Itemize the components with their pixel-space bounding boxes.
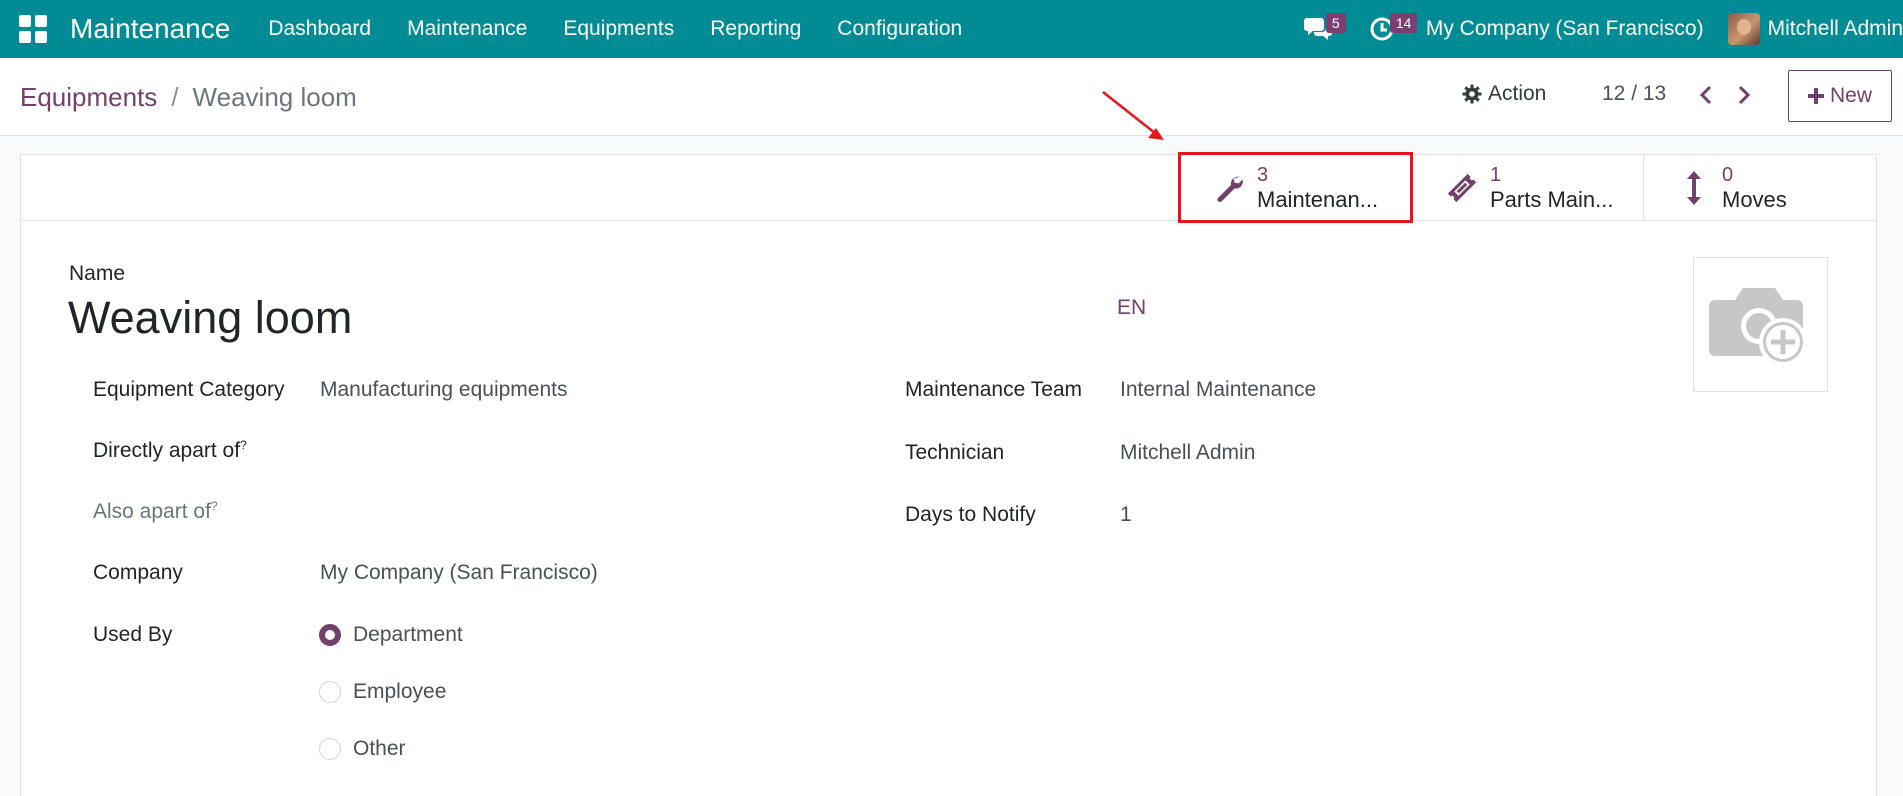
new-button[interactable]: New <box>1788 70 1892 122</box>
new-label: New <box>1829 84 1872 107</box>
parts-label: Parts Main... <box>1490 187 1614 212</box>
pager-next-button[interactable] <box>1734 82 1754 108</box>
annotation-arrow <box>1102 91 1164 140</box>
days-to-notify-field[interactable]: 1 <box>1120 503 1132 527</box>
moves-count: 0 <box>1722 164 1734 186</box>
nav-item-maintenance[interactable]: Maintenance <box>389 17 545 41</box>
radio-checked-icon <box>319 624 341 646</box>
equipment-category-label: Equipment Category <box>93 378 285 401</box>
name-field[interactable]: Weaving loom <box>68 292 352 344</box>
app-name[interactable]: Maintenance <box>70 13 230 45</box>
company-field[interactable]: My Company (San Francisco) <box>320 561 598 585</box>
technician-field[interactable]: Mitchell Admin <box>1120 441 1255 465</box>
gear-icon <box>1462 84 1482 104</box>
top-navbar: Maintenance Dashboard Maintenance Equipm… <box>0 0 1903 58</box>
avatar <box>1727 13 1760 45</box>
action-label: Action <box>1488 82 1547 105</box>
systray: 5 14 My Company (San Francisco) Mitchell… <box>1298 0 1903 58</box>
camera-plus-icon <box>1708 287 1807 366</box>
nav-item-reporting[interactable]: Reporting <box>692 17 819 41</box>
apps-grid-icon[interactable] <box>19 15 47 43</box>
maintenance-smart-button[interactable]: 3 Maintenan... <box>1179 155 1411 221</box>
days-to-notify-label: Days to Notify <box>905 503 1036 526</box>
messages-badge: 5 <box>1325 13 1346 33</box>
technician-label: Technician <box>905 441 1005 464</box>
maintenance-team-label: Maintenance Team <box>905 378 1083 401</box>
maintenance-team-field[interactable]: Internal Maintenance <box>1120 378 1316 402</box>
button-box: 3 Maintenan... 1 Parts Main... 0 Moves <box>21 155 1876 221</box>
breadcrumb-separator: / <box>171 82 179 112</box>
chevron-left-icon <box>1699 85 1712 105</box>
pager-value[interactable]: 12 / 13 <box>1602 82 1666 106</box>
radio-unchecked-icon <box>319 681 341 703</box>
activities-badge: 14 <box>1389 13 1418 33</box>
maintenance-label: Maintenan... <box>1257 187 1379 212</box>
also-apart-of-label: Also apart of? <box>93 499 218 523</box>
user-menu[interactable]: Mitchell Admin <box>1727 13 1903 45</box>
nav-menu: Dashboard Maintenance Equipments Reporti… <box>250 17 980 41</box>
nav-item-dashboard[interactable]: Dashboard <box>250 17 389 41</box>
directly-apart-of-label: Directly apart of? <box>93 438 247 462</box>
used-by-other-radio[interactable]: Other <box>319 737 406 761</box>
form-sheet: 3 Maintenan... 1 Parts Main... 0 Moves <box>20 154 1877 796</box>
company-label: Company <box>93 561 183 584</box>
company-switcher[interactable]: My Company (San Francisco) <box>1426 17 1704 41</box>
ticket-icon <box>1444 170 1480 206</box>
moves-label: Moves <box>1722 187 1787 212</box>
maintenance-count: 3 <box>1257 164 1269 186</box>
plus-icon <box>1807 88 1824 104</box>
name-label: Name <box>69 262 126 285</box>
user-name: Mitchell Admin <box>1767 17 1903 40</box>
pager-previous-button[interactable] <box>1696 82 1716 108</box>
activities-button[interactable]: 14 <box>1362 9 1418 49</box>
radio-label: Other <box>353 737 406 760</box>
nav-item-configuration[interactable]: Configuration <box>819 17 980 41</box>
wrench-icon <box>1211 170 1247 206</box>
radio-unchecked-icon <box>319 738 341 760</box>
directly-apart-of-field[interactable] <box>320 432 820 466</box>
parts-count: 1 <box>1490 164 1502 186</box>
nav-item-equipments[interactable]: Equipments <box>545 17 692 41</box>
action-button[interactable]: Action <box>1462 82 1546 106</box>
help-tooltip-icon[interactable]: ? <box>211 499 218 513</box>
parts-maintenance-smart-button[interactable]: 1 Parts Main... <box>1411 155 1643 221</box>
breadcrumb-current: Weaving loom <box>192 82 357 112</box>
language-button[interactable]: EN <box>1117 296 1146 320</box>
used-by-employee-radio[interactable]: Employee <box>319 680 446 704</box>
messages-button[interactable]: 5 <box>1298 9 1346 49</box>
breadcrumb-equipments[interactable]: Equipments <box>20 82 157 113</box>
radio-label: Employee <box>353 680 447 703</box>
control-panel: Equipments / Weaving loom Action 12 / 13 <box>0 58 1903 136</box>
image-upload[interactable] <box>1693 257 1828 392</box>
breadcrumb: Equipments / Weaving loom <box>20 82 357 113</box>
chevron-right-icon <box>1738 85 1751 105</box>
help-tooltip-icon[interactable]: ? <box>240 438 247 452</box>
used-by-label: Used By <box>93 623 173 646</box>
vertical-arrows-icon <box>1676 170 1712 206</box>
radio-label: Department <box>353 623 463 646</box>
moves-smart-button[interactable]: 0 Moves <box>1643 155 1875 221</box>
used-by-department-radio[interactable]: Department <box>319 623 463 647</box>
equipment-category-field[interactable]: Manufacturing equipments <box>320 378 567 402</box>
